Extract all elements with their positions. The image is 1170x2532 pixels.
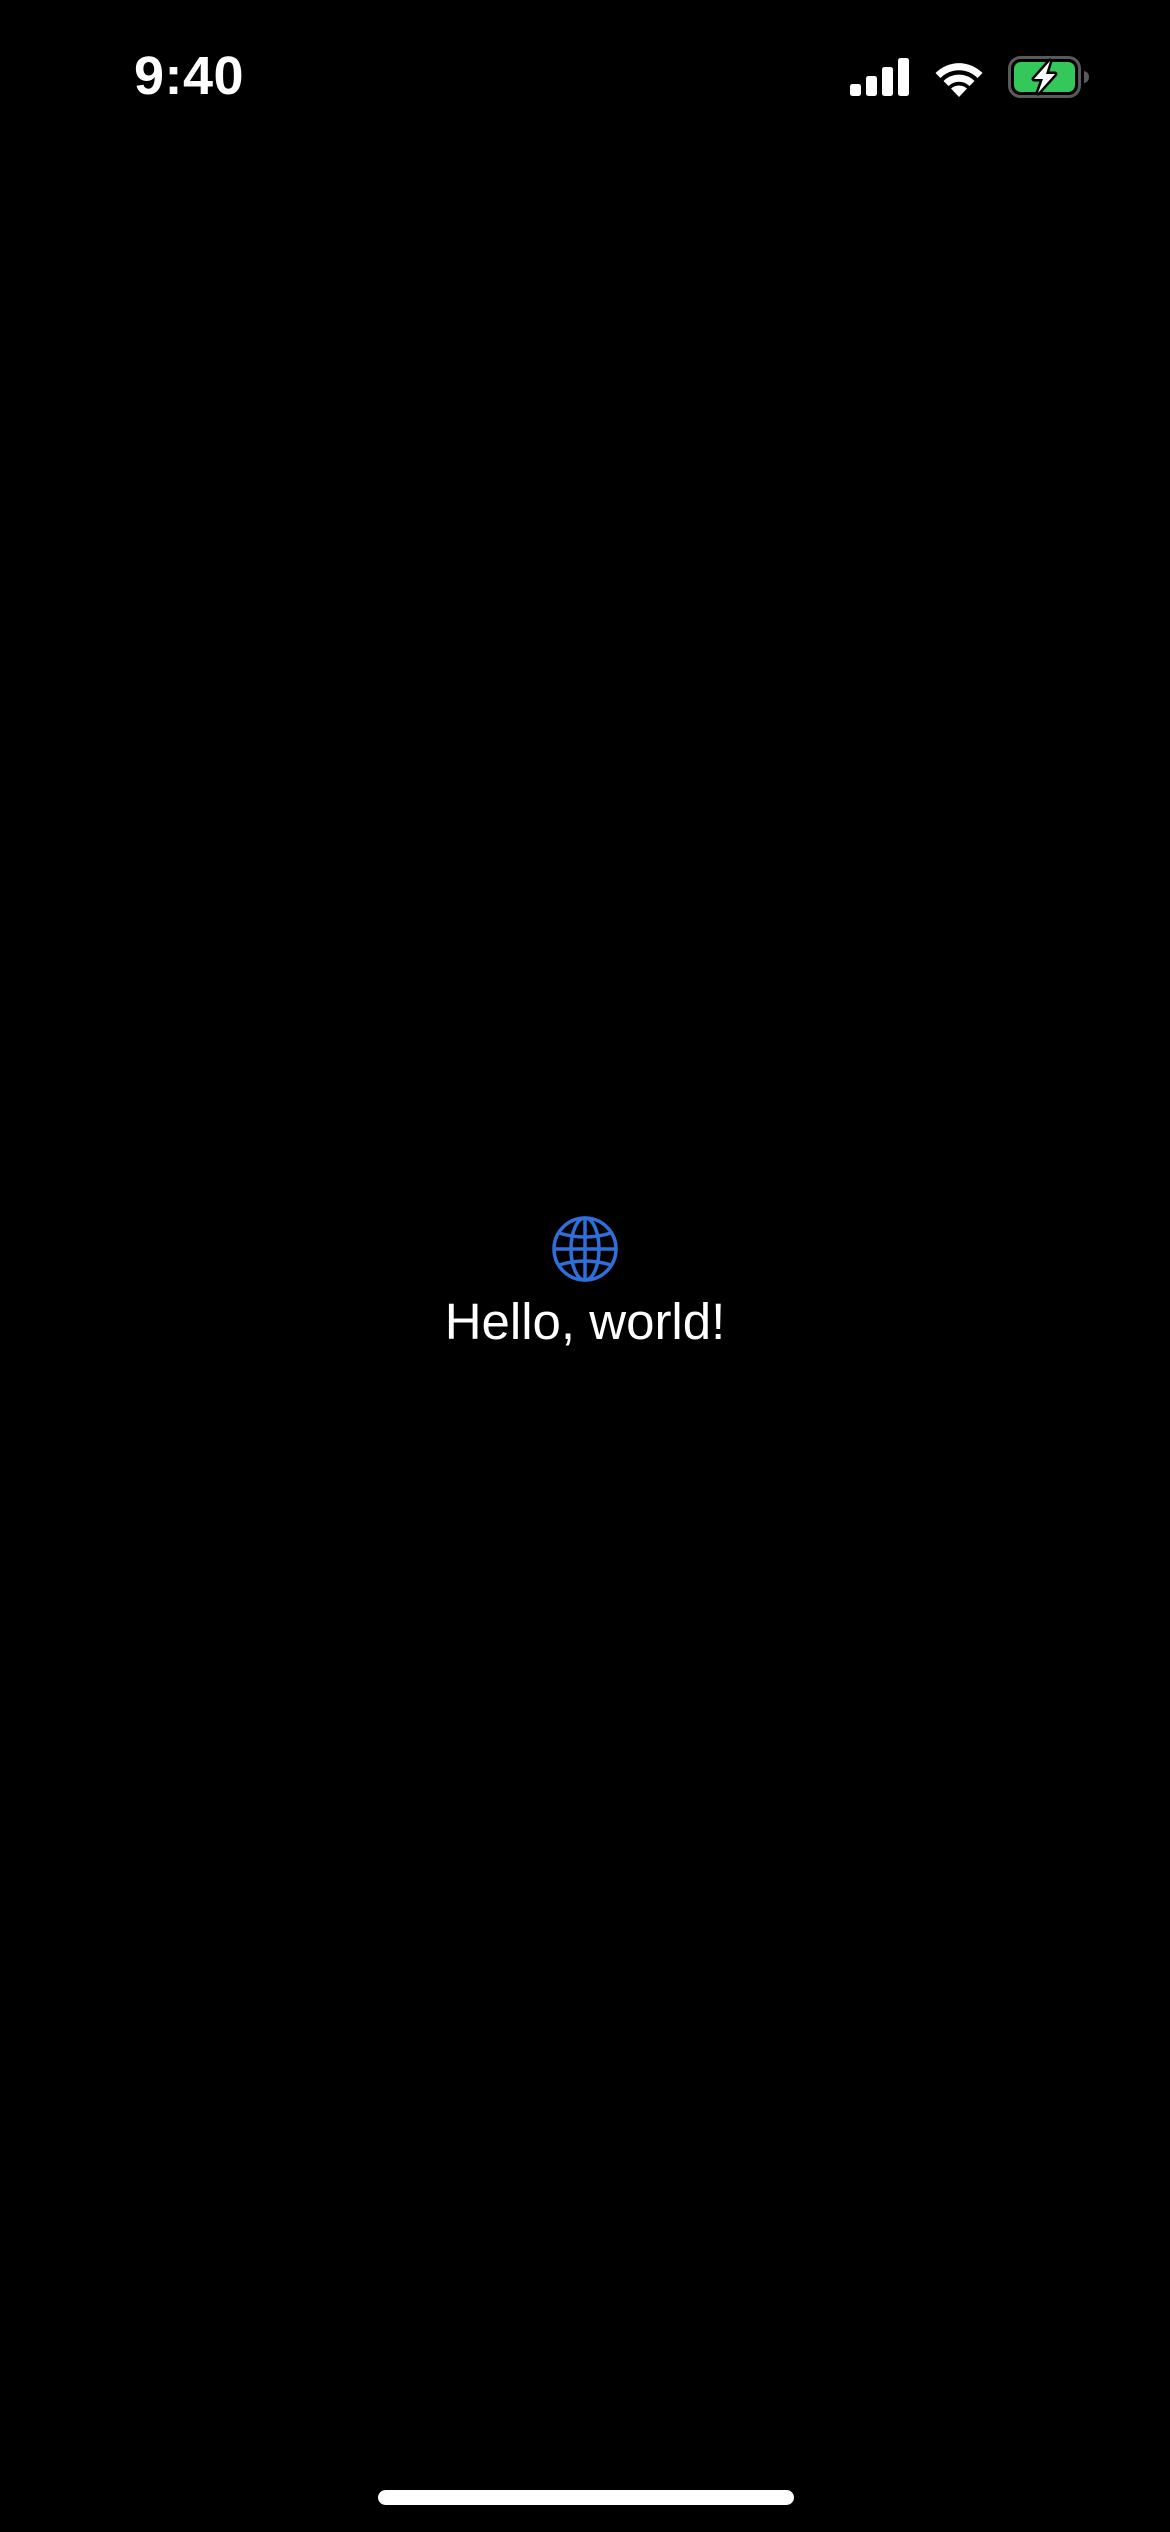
greeting-text: Hello, world!: [444, 1293, 726, 1350]
cellular-signal-icon: [850, 58, 909, 96]
app-screen: 9:40 Hello, world!: [0, 0, 1170, 2532]
home-indicator[interactable]: [378, 2490, 794, 2505]
battery-charging-icon: [1008, 56, 1089, 98]
main-content: Hello, world!: [0, 1214, 1170, 1354]
status-time: 9:40: [134, 46, 245, 106]
globe-icon: [552, 1216, 618, 1282]
wifi-icon: [935, 63, 983, 97]
status-icons: [850, 54, 1090, 100]
status-bar: 9:40: [0, 0, 1170, 150]
